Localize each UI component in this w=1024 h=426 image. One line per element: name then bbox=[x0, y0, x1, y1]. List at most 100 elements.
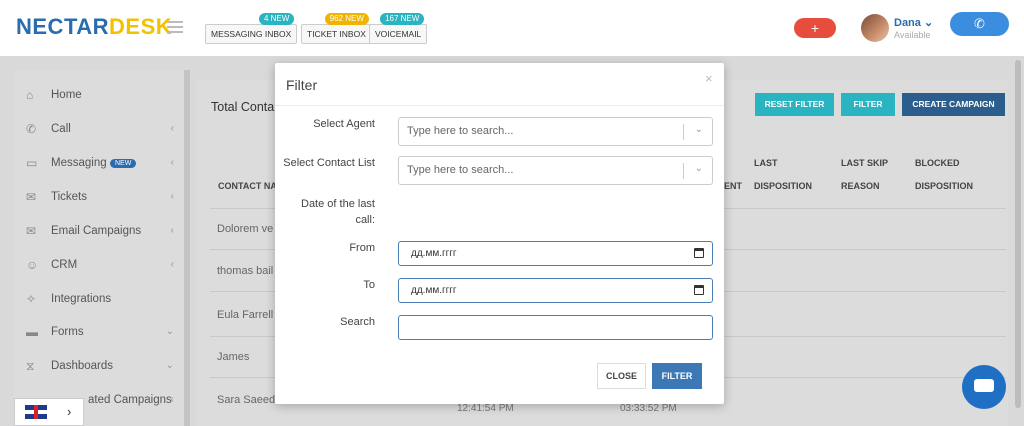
messaging-inbox-button[interactable]: MESSAGING INBOX 4 NEW bbox=[205, 13, 298, 44]
sidebar-item-integrations[interactable]: ✧ Integrations bbox=[14, 288, 184, 312]
chevron-left-icon: ‹ bbox=[170, 259, 174, 270]
search-label: Search bbox=[340, 316, 375, 328]
ticket-new-badge: 962 NEW bbox=[324, 13, 369, 25]
calendar-icon[interactable] bbox=[694, 248, 704, 258]
user-icon: ☺ bbox=[26, 258, 39, 272]
new-badge: NEW bbox=[110, 159, 137, 168]
hamburger-menu-icon[interactable] bbox=[167, 21, 183, 33]
select-agent-placeholder: Type here to search... bbox=[407, 125, 514, 137]
sidebar-item-label: Tickets bbox=[51, 191, 87, 203]
column-header-partial[interactable]: ENT bbox=[724, 175, 742, 198]
column-header-contact[interactable]: CONTACT NA bbox=[218, 175, 277, 198]
select-divider bbox=[683, 124, 684, 140]
page-scrollbar[interactable] bbox=[1015, 60, 1021, 408]
date-of-last-call-label: Date of the last call: bbox=[301, 198, 375, 226]
folder-icon: ▬ bbox=[26, 325, 38, 339]
chevron-left-icon: ‹ bbox=[170, 394, 174, 405]
puzzle-icon: ✧ bbox=[26, 292, 37, 306]
select-divider bbox=[683, 163, 684, 179]
chevron-left-icon: ‹ bbox=[170, 225, 174, 236]
apply-filter-button[interactable]: FILTER bbox=[652, 363, 702, 389]
messaging-new-badge: 4 NEW bbox=[258, 13, 295, 25]
sidebar-item-label: Integrations bbox=[51, 293, 112, 305]
sidebar-item-label: Home bbox=[51, 89, 82, 101]
last-call-time: 12:41:54 PM bbox=[457, 403, 514, 414]
chevron-left-icon: ‹ bbox=[170, 191, 174, 202]
chevron-down-icon: ⌄ bbox=[165, 326, 174, 337]
top-bar: NECTARDESK MESSAGING INBOX 4 NEW TICKET … bbox=[0, 0, 1024, 56]
column-header-last-skip-reason[interactable]: LAST SKIP REASON bbox=[841, 152, 888, 198]
select-agent-label: Select Agent bbox=[313, 118, 375, 130]
add-button[interactable]: + bbox=[794, 18, 836, 38]
sidebar-item-label: Dashboards bbox=[51, 360, 114, 372]
call-button[interactable]: ✆ bbox=[950, 12, 1009, 36]
table-row[interactable]: thomas bail bbox=[217, 265, 273, 277]
column-header-blocked-disposition[interactable]: BLOCKED DISPOSITION bbox=[915, 152, 973, 198]
select-contact-list-dropdown[interactable]: Type here to search... ⌄ bbox=[398, 156, 713, 185]
sidebar-item-messaging[interactable]: ▭ Messaging NEW ‹ bbox=[14, 152, 184, 176]
table-row[interactable]: Eula Farrell bbox=[217, 309, 273, 321]
user-status: Available bbox=[894, 30, 931, 40]
filter-modal: Filter × Select Agent Type here to searc… bbox=[275, 63, 724, 404]
from-label: From bbox=[349, 242, 375, 254]
hourglass-icon: ⧖ bbox=[26, 359, 35, 373]
to-date-placeholder: дд.мм.гггг bbox=[411, 285, 457, 296]
create-campaign-button[interactable]: CREATE CAMPAIGN bbox=[902, 93, 1005, 116]
chevron-down-icon: ⌄ bbox=[694, 163, 703, 174]
ticket-inbox-button[interactable]: TICKET INBOX 962 NEW bbox=[301, 13, 372, 44]
column-header-last-disposition[interactable]: LAST DISPOSITION bbox=[754, 152, 812, 198]
sidebar-item-tickets[interactable]: ✉ Tickets ‹ bbox=[14, 186, 184, 210]
home-icon: ⌂ bbox=[26, 88, 34, 102]
voicemail-new-badge: 167 NEW bbox=[380, 13, 425, 25]
uk-flag-icon bbox=[25, 405, 47, 419]
chevron-down-icon: ⌄ bbox=[165, 360, 174, 371]
message-icon: ▭ bbox=[26, 156, 38, 170]
reset-filter-button[interactable]: RESET FILTER bbox=[755, 93, 834, 116]
messaging-inbox-label: MESSAGING INBOX bbox=[211, 29, 292, 39]
to-date-input[interactable]: дд.мм.гггг bbox=[398, 278, 713, 303]
to-label: To bbox=[363, 279, 375, 291]
ticket-inbox-label: TICKET INBOX bbox=[307, 29, 366, 39]
table-row[interactable]: Dolorem ve bbox=[217, 223, 273, 235]
phone-icon: ✆ bbox=[26, 122, 37, 136]
sidebar: ⌂ Home ✆ Call ‹ ▭ Messaging NEW ‹ ✉ Tick… bbox=[14, 70, 190, 426]
sidebar-item-label: Messaging bbox=[51, 157, 107, 169]
sidebar-item-label: CRM bbox=[51, 259, 78, 271]
sidebar-item-call[interactable]: ✆ Call ‹ bbox=[14, 118, 184, 142]
modal-divider bbox=[275, 105, 724, 106]
select-contact-list-label: Select Contact List bbox=[283, 157, 375, 169]
sidebar-item-forms[interactable]: ▬ Forms ⌄ bbox=[14, 321, 184, 345]
voicemail-button[interactable]: VOICEMAIL 167 NEW bbox=[369, 13, 428, 44]
close-icon[interactable]: × bbox=[705, 71, 713, 86]
calendar-icon[interactable] bbox=[694, 285, 704, 295]
page-title: Total Conta bbox=[211, 100, 275, 114]
sidebar-item-label: Forms bbox=[51, 326, 84, 338]
chat-widget-button[interactable] bbox=[962, 365, 1006, 409]
sidebar-item-label: ated Campaigns bbox=[88, 394, 172, 406]
sidebar-item-home[interactable]: ⌂ Home bbox=[14, 84, 184, 108]
select-contact-list-placeholder: Type here to search... bbox=[407, 164, 514, 176]
close-button[interactable]: CLOSE bbox=[597, 363, 646, 389]
envelope-icon: ✉ bbox=[26, 190, 37, 204]
select-agent-dropdown[interactable]: Type here to search... ⌄ bbox=[398, 117, 713, 146]
sidebar-item-dashboards[interactable]: ⧖ Dashboards ⌄ bbox=[14, 355, 184, 379]
language-selector[interactable]: › bbox=[14, 398, 84, 426]
sidebar-item-crm[interactable]: ☺ CRM ‹ bbox=[14, 254, 184, 278]
avatar[interactable] bbox=[861, 14, 889, 42]
table-row[interactable]: Sara Saeed bbox=[217, 394, 275, 406]
last-call-time: 03:33:52 PM bbox=[620, 403, 677, 414]
filter-button[interactable]: FILTER bbox=[841, 93, 895, 116]
chevron-down-icon: ⌄ bbox=[694, 124, 703, 135]
sidebar-item-label: Call bbox=[51, 123, 71, 135]
sidebar-item-label: Email Campaigns bbox=[51, 225, 142, 237]
nectardesk-logo[interactable]: NECTARDESK bbox=[16, 14, 172, 40]
from-date-input[interactable]: дд.мм.гггг bbox=[398, 241, 713, 266]
voicemail-label: VOICEMAIL bbox=[375, 29, 422, 39]
envelope-icon: ✉ bbox=[26, 224, 37, 238]
sidebar-item-email-campaigns[interactable]: ✉ Email Campaigns ‹ bbox=[14, 220, 184, 244]
chevron-right-icon: › bbox=[67, 404, 72, 419]
search-input[interactable] bbox=[398, 315, 713, 340]
modal-title: Filter bbox=[286, 77, 318, 93]
user-name[interactable]: Dana ⌄ bbox=[894, 16, 933, 29]
table-row[interactable]: James bbox=[217, 351, 249, 363]
